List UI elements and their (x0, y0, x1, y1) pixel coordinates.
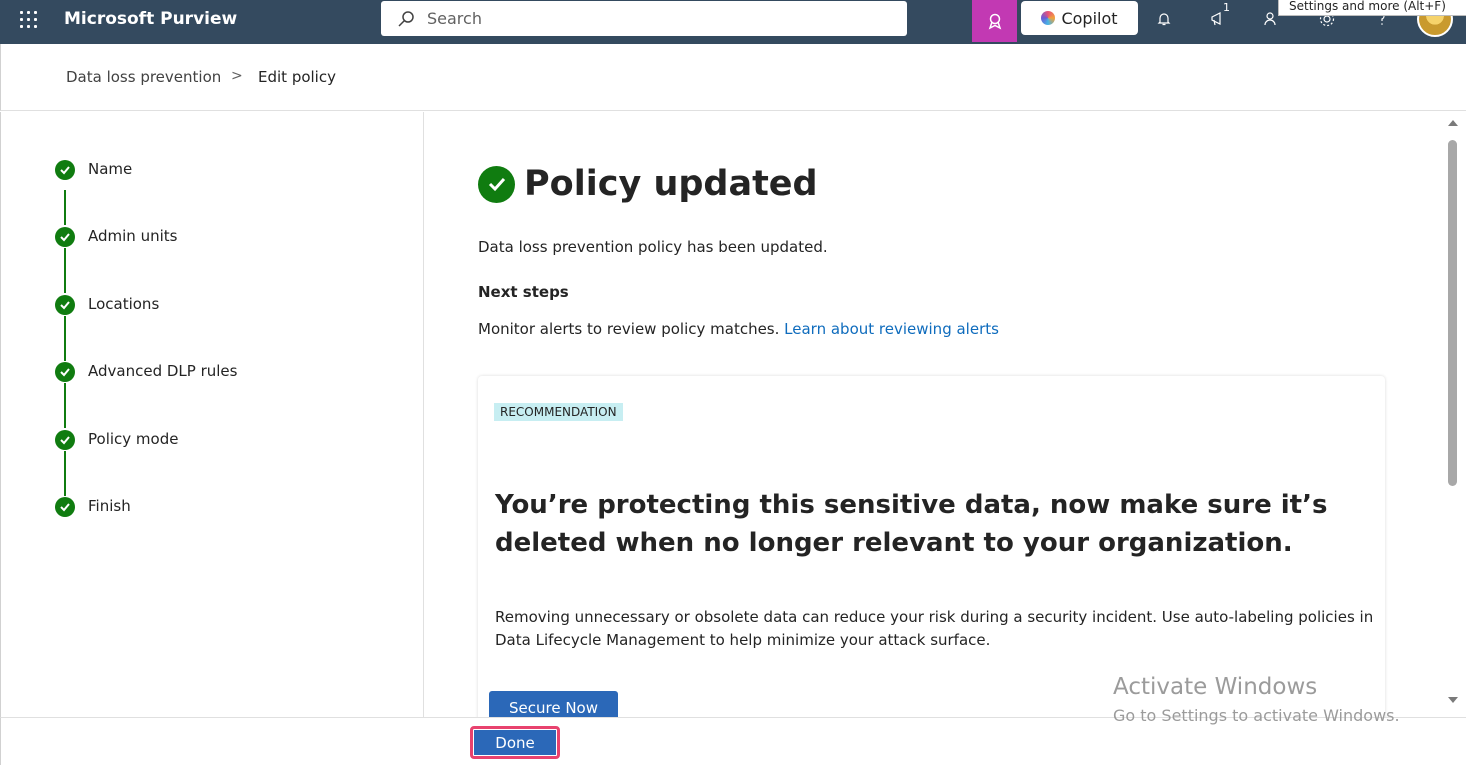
step-connector (64, 248, 66, 293)
main-content: Policy updated Data loss prevention poli… (425, 112, 1445, 717)
copilot-label: Copilot (1061, 8, 1118, 28)
notification-badge: 1 (1223, 1, 1230, 14)
app-launcher-icon[interactable] (18, 9, 40, 31)
step-label: Finish (88, 497, 131, 515)
step-connector (64, 451, 66, 496)
recommendation-tag: RECOMMENDATION (494, 403, 623, 421)
step-admin-units[interactable]: Admin units (55, 226, 177, 248)
done-button[interactable]: Done (474, 730, 556, 755)
checkmark-icon (55, 497, 75, 517)
scrollbar[interactable] (1445, 112, 1460, 717)
checkmark-icon (55, 295, 75, 315)
page-title: Policy updated (524, 164, 818, 204)
breadcrumb: Data loss prevention > Edit policy (0, 44, 1466, 111)
checkmark-icon (55, 160, 75, 180)
step-locations[interactable]: Locations (55, 294, 159, 316)
monitor-text-row: Monitor alerts to review policy matches.… (478, 320, 999, 338)
step-label: Name (88, 160, 133, 178)
success-checkmark-icon (478, 165, 515, 203)
top-bar: Microsoft Purview Search Copilot 1 Setti… (0, 0, 1466, 44)
step-connector (64, 190, 66, 225)
step-label: Advanced DLP rules (88, 362, 238, 380)
copilot-button[interactable]: Copilot (1021, 1, 1138, 35)
recommendation-heading: You’re protecting this sensitive data, n… (495, 490, 1328, 558)
wizard-steps: Name Admin units Locations Advanced DLP … (0, 112, 424, 717)
scroll-up-arrow-icon[interactable] (1448, 120, 1458, 126)
step-connector (64, 383, 66, 428)
breadcrumb-separator: > (231, 68, 243, 84)
activate-windows-watermark: Activate Windows (1113, 674, 1318, 700)
checkmark-icon (55, 430, 75, 450)
step-label: Locations (88, 295, 160, 313)
step-connector (64, 316, 66, 361)
page-title-row: Policy updated (478, 164, 818, 204)
app-title[interactable]: Microsoft Purview (64, 9, 237, 29)
breadcrumb-parent[interactable]: Data loss prevention (66, 68, 221, 86)
settings-tooltip: Settings and more (Alt+F) (1278, 0, 1466, 16)
step-name[interactable]: Name (55, 159, 132, 181)
secure-now-button[interactable]: Secure Now (489, 691, 618, 717)
updated-message: Data loss prevention policy has been upd… (478, 238, 828, 256)
monitor-text: Monitor alerts to review policy matches. (478, 320, 780, 338)
step-finish[interactable]: Finish (55, 496, 131, 518)
scroll-down-arrow-icon[interactable] (1448, 697, 1458, 703)
learn-reviewing-alerts-link[interactable]: Learn about reviewing alerts (784, 320, 999, 338)
breadcrumb-current: Edit policy (258, 68, 336, 86)
checkmark-icon (55, 362, 75, 382)
step-label: Admin units (88, 227, 178, 245)
bell-icon[interactable] (1153, 8, 1175, 30)
search-placeholder: Search (427, 9, 482, 28)
step-label: Policy mode (88, 430, 179, 448)
checkmark-icon (55, 227, 75, 247)
ribbon-button[interactable] (972, 0, 1017, 42)
search-box[interactable]: Search (381, 1, 907, 36)
next-steps-heading: Next steps (478, 283, 569, 301)
recommendation-body: Removing unnecessary or obsolete data ca… (495, 608, 1374, 649)
search-icon (398, 10, 414, 27)
scroll-thumb[interactable] (1448, 140, 1457, 486)
activate-windows-hint: Go to Settings to activate Windows. (1113, 706, 1400, 725)
step-advanced-dlp-rules[interactable]: Advanced DLP rules (55, 361, 237, 383)
ribbon-icon (988, 13, 1001, 30)
step-policy-mode[interactable]: Policy mode (55, 429, 178, 451)
recommendation-card: RECOMMENDATION You’re protecting this se… (478, 376, 1385, 717)
copilot-icon (1041, 11, 1056, 25)
